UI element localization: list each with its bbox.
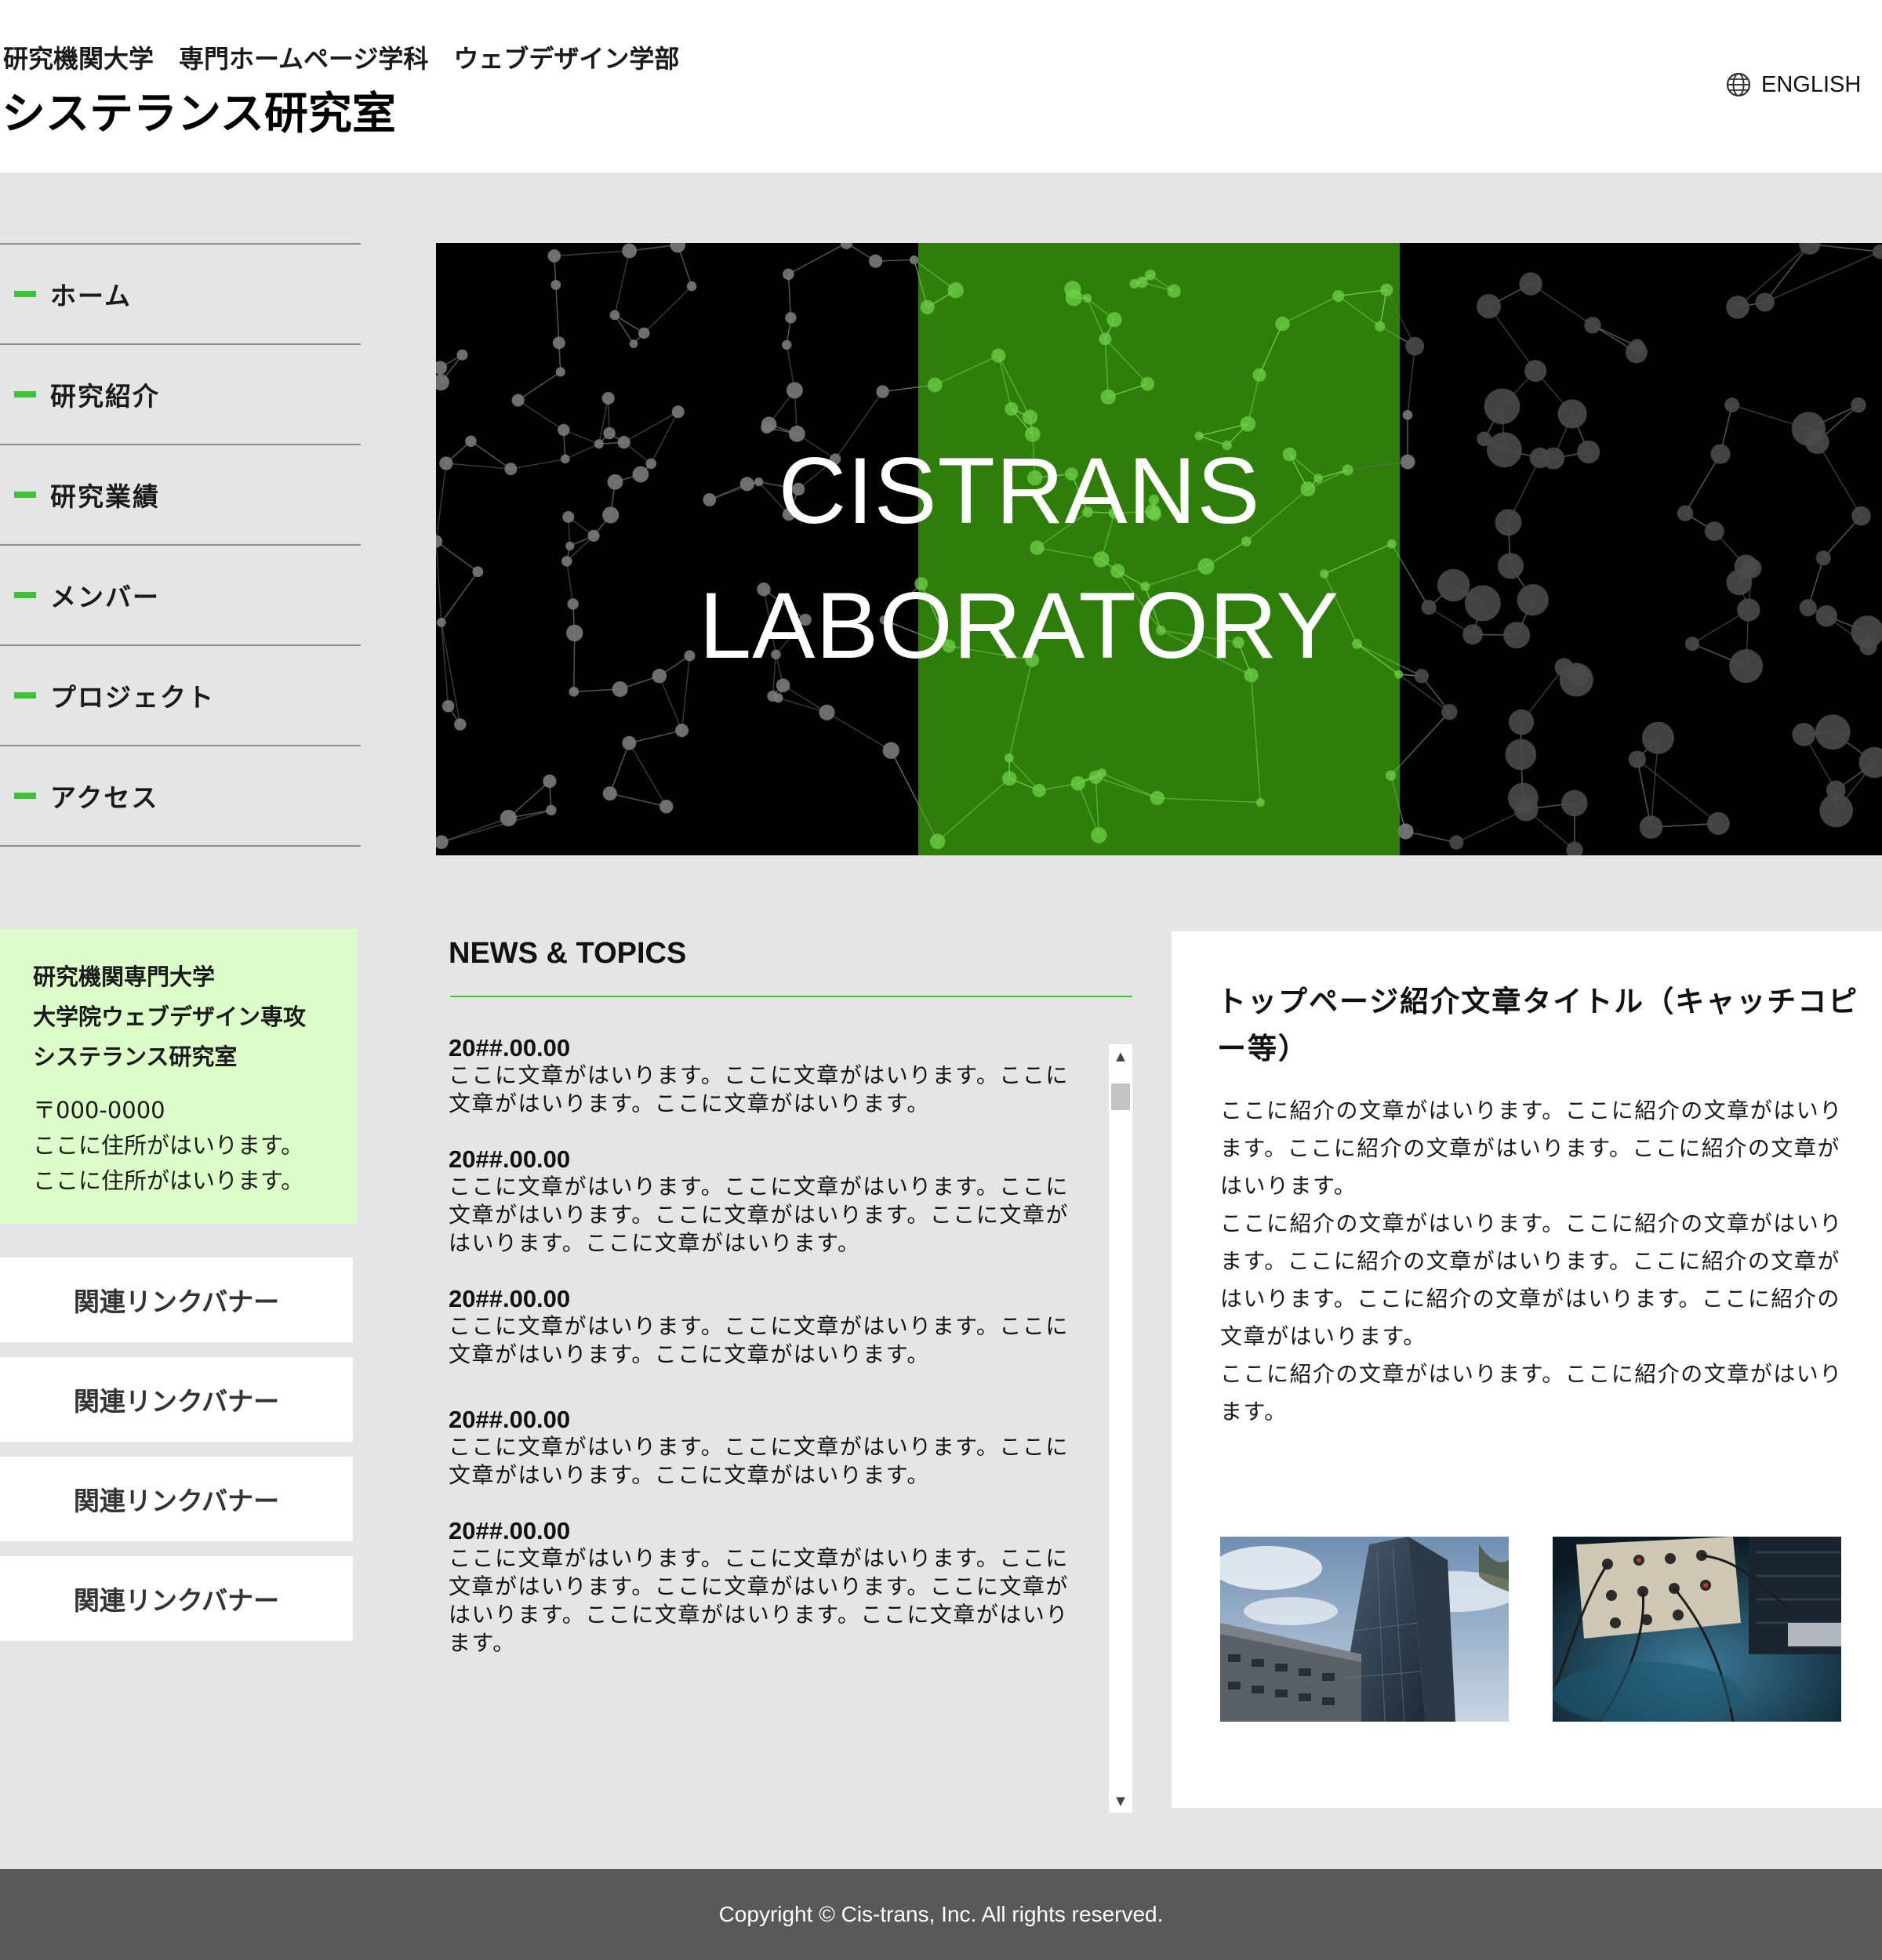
english-link-label: ENGLISH xyxy=(1761,71,1862,97)
globe-icon xyxy=(1726,72,1751,97)
address-line: ここに住所がはいります。 xyxy=(33,1132,304,1159)
hero-title-line2: LABORATORY xyxy=(699,573,1340,678)
news-scrollbar[interactable] xyxy=(1109,1044,1132,1813)
news-date: 20##.00.00 xyxy=(449,1517,571,1544)
address-org-line: 研究機関専門大学 xyxy=(33,964,216,990)
intro-title: トップページ紹介文章タイトル（キャッチコピー等） xyxy=(1217,985,1859,1065)
site-footer: Copyright © Cis-trans, Inc. All rights r… xyxy=(0,1869,1882,1960)
address-org-line: システランス研究室 xyxy=(33,1044,238,1070)
nav-bullet xyxy=(14,492,36,498)
nav-item-label: プロジェクト xyxy=(50,682,215,713)
related-link-banner[interactable]: 関連リンクバナー xyxy=(0,1357,353,1442)
hero-title: CISTRANS LABORATORY xyxy=(436,423,1603,693)
nav-item-label: メンバー xyxy=(50,582,160,612)
news-item[interactable]: 20##.00.00 ここに文章がはいります。ここに文章がはいります。ここに文章… xyxy=(449,1406,1092,1490)
address-box: 研究機関専門大学 大学院ウェブデザイン専攻 システランス研究室 〒000-000… xyxy=(0,929,358,1224)
intro-paragraph: ここに紹介の文章がはいります。ここに紹介の文章がはいります。 xyxy=(1220,1361,1843,1425)
site-title[interactable]: システランス研究室 xyxy=(2,78,396,142)
equipment-photo xyxy=(1553,1537,1841,1722)
news-date: 20##.00.00 xyxy=(449,1285,571,1312)
nav-item-label: ホーム xyxy=(50,281,133,311)
news-date: 20##.00.00 xyxy=(449,1034,571,1062)
news-date: 20##.00.00 xyxy=(449,1406,571,1433)
main-nav: ホーム 研究紹介 研究業績 メンバー プロジェクト アクセス xyxy=(0,243,361,847)
news-item[interactable]: 20##.00.00 ここに文章がはいります。ここに文章がはいります。ここに文章… xyxy=(449,1035,1092,1118)
news-item[interactable]: 20##.00.00 ここに文章がはいります。ここに文章がはいります。ここに文章… xyxy=(449,1286,1092,1369)
site-header: 研究機関大学 専門ホームページ学科 ウェブデザイン学部 システランス研究室 EN… xyxy=(0,0,1882,172)
news-date: 20##.00.00 xyxy=(449,1145,571,1173)
nav-item-label: アクセス xyxy=(50,782,159,813)
address-org-line: 大学院ウェブデザイン専攻 xyxy=(33,1004,307,1030)
related-link-banner[interactable]: 関連リンクバナー xyxy=(0,1556,353,1641)
nav-bullet xyxy=(14,391,36,397)
news-text: ここに文章がはいります。ここに文章がはいります。ここに文章がはいります。ここに文… xyxy=(449,1174,1069,1256)
nav-item-label: 研究業績 xyxy=(50,481,160,512)
intro-text: ここに紹介の文章がはいります。ここに紹介の文章がはいります。ここに紹介の文章がは… xyxy=(1220,1092,1863,1431)
nav-bullet xyxy=(14,692,36,699)
news-scroll-thumb[interactable] xyxy=(1111,1083,1130,1110)
news-divider xyxy=(450,996,1132,997)
nav-item-access[interactable]: アクセス xyxy=(0,746,361,847)
building-photo xyxy=(1220,1537,1509,1722)
scroll-up-icon[interactable]: ▲ xyxy=(1109,1044,1132,1068)
nav-bullet xyxy=(14,291,36,297)
nav-bullet xyxy=(14,592,36,598)
intro-paragraph: ここに紹介の文章がはいります。ここに紹介の文章がはいります。ここに紹介の文章がは… xyxy=(1220,1098,1843,1199)
news-item[interactable]: 20##.00.00 ここに文章がはいります。ここに文章がはいります。ここに文章… xyxy=(449,1146,1092,1258)
nav-item-label: 研究紹介 xyxy=(50,381,160,412)
copyright-text: Copyright © Cis-trans, Inc. All rights r… xyxy=(718,1902,1164,1926)
news-text: ここに文章がはいります。ここに文章がはいります。ここに文章がはいります。ここに文… xyxy=(449,1434,1069,1488)
intro-paragraph: ここに紹介の文章がはいります。ここに紹介の文章がはいります。ここに紹介の文章がは… xyxy=(1220,1210,1843,1349)
news-text: ここに文章がはいります。ここに文章がはいります。ここに文章がはいります。ここに文… xyxy=(449,1062,1069,1116)
address-line: ここに住所がはいります。 xyxy=(33,1167,304,1194)
university-subtitle: 研究機関大学 専門ホームページ学科 ウェブデザイン学部 xyxy=(3,44,680,74)
nav-item-home[interactable]: ホーム xyxy=(0,245,361,345)
nav-item-achievements[interactable]: 研究業績 xyxy=(0,445,361,546)
nav-item-members[interactable]: メンバー xyxy=(0,546,361,646)
news-item[interactable]: 20##.00.00 ここに文章がはいります。ここに文章がはいります。ここに文章… xyxy=(449,1518,1092,1657)
hero-banner: CISTRANS LABORATORY xyxy=(436,243,1882,855)
nav-item-projects[interactable]: プロジェクト xyxy=(0,646,361,746)
news-text: ここに文章がはいります。ここに文章がはいります。ここに文章がはいります。ここに文… xyxy=(449,1545,1069,1656)
related-link-banner[interactable]: 関連リンクバナー xyxy=(0,1258,353,1342)
news-list: 20##.00.00 ここに文章がはいります。ここに文章がはいります。ここに文章… xyxy=(449,1035,1092,1686)
news-text: ここに文章がはいります。ここに文章がはいります。ここに文章がはいります。ここに文… xyxy=(449,1313,1069,1367)
nav-bullet xyxy=(14,793,36,799)
news-heading: NEWS & TOPICS xyxy=(449,937,687,970)
english-link[interactable]: ENGLISH xyxy=(1725,69,1861,100)
scroll-down-icon[interactable]: ▼ xyxy=(1109,1789,1132,1813)
related-link-banner[interactable]: 関連リンクバナー xyxy=(0,1457,353,1541)
address-zip: 〒000-0000 xyxy=(33,1097,165,1123)
hero-title-line1: CISTRANS xyxy=(778,438,1261,543)
nav-item-research[interactable]: 研究紹介 xyxy=(0,345,361,445)
